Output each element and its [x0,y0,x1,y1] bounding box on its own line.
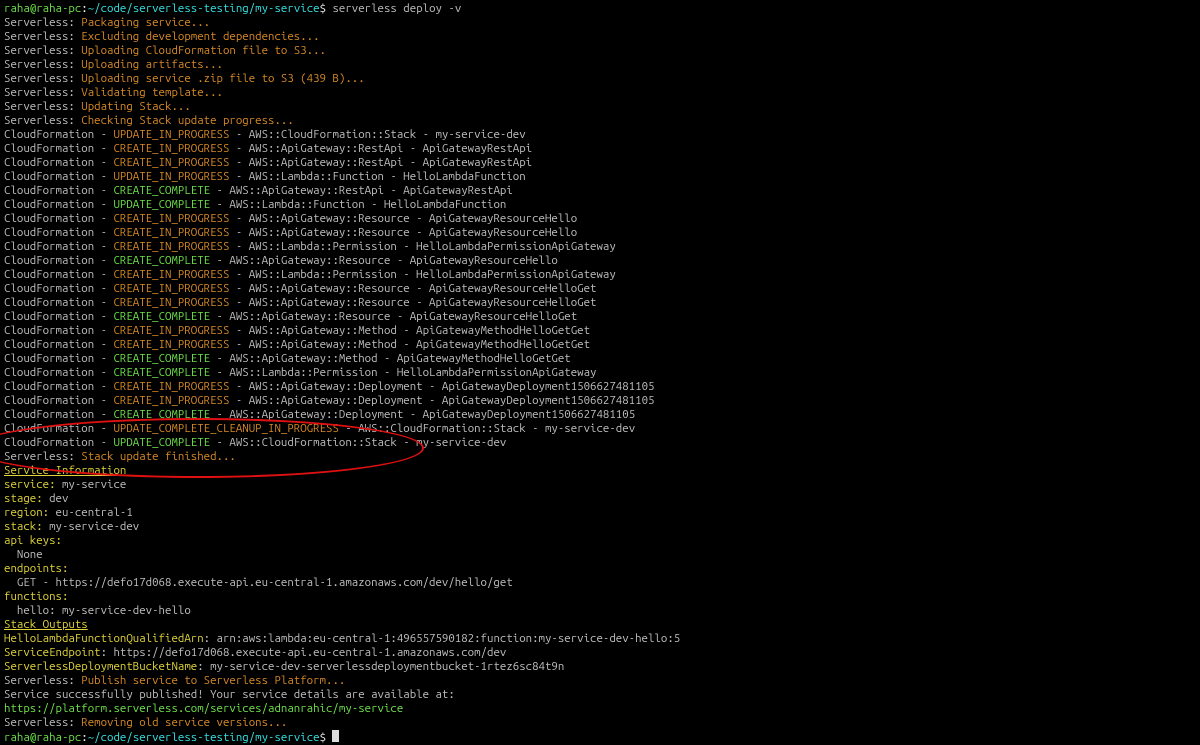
cf-event: CloudFormation - UPDATE_IN_PROGRESS - AW… [4,128,1196,142]
service-info-header: Service Information [4,464,1196,478]
terminal[interactable]: raha@raha-pc:~/code/serverless-testing/m… [4,2,1196,745]
cf-event: CloudFormation - CREATE_IN_PROGRESS - AW… [4,142,1196,156]
cf-event: CloudFormation - CREATE_IN_PROGRESS - AW… [4,324,1196,338]
prompt-line: raha@raha-pc:~/code/serverless-testing/m… [4,730,1196,745]
stack-out-2: ServiceEndpoint: https://defo17d068.exec… [4,646,1196,660]
info-stack: stack: my-service-dev [4,520,1196,534]
info-stage: stage: dev [4,492,1196,506]
cf-event: CloudFormation - CREATE_IN_PROGRESS - AW… [4,338,1196,352]
info-functions-key: functions: [4,590,1196,604]
cf-event: CloudFormation - CREATE_COMPLETE - AWS::… [4,254,1196,268]
cf-event: CloudFormation - CREATE_IN_PROGRESS - AW… [4,282,1196,296]
cf-event: CloudFormation - CREATE_IN_PROGRESS - AW… [4,156,1196,170]
info-endpoint: GET - https://defo17d068.execute-api.eu-… [4,576,1196,590]
sls-step: Serverless: Packaging service... [4,16,1196,30]
sls-step: Serverless: Updating Stack... [4,100,1196,114]
cf-event: CloudFormation - CREATE_IN_PROGRESS - AW… [4,380,1196,394]
cf-event: CloudFormation - CREATE_COMPLETE - AWS::… [4,408,1196,422]
cf-event: CloudFormation - CREATE_IN_PROGRESS - AW… [4,212,1196,226]
tail-success: Service successfully published! Your ser… [4,688,1196,702]
tail-removing: Serverless: Removing old service version… [4,716,1196,730]
stack-outputs-header: Stack Outputs [4,618,1196,632]
cf-event: CloudFormation - UPDATE_COMPLETE - AWS::… [4,436,1196,450]
cf-event: CloudFormation - UPDATE_COMPLETE_CLEANUP… [4,422,1196,436]
cf-event: CloudFormation - CREATE_IN_PROGRESS - AW… [4,394,1196,408]
sls-step: Serverless: Checking Stack update progre… [4,114,1196,128]
stack-out-3: ServerlessDeploymentBucketName: my-servi… [4,660,1196,674]
info-apikeys-key: api keys: [4,534,1196,548]
tail-publish: Serverless: Publish service to Serverles… [4,674,1196,688]
cf-event: CloudFormation - CREATE_IN_PROGRESS - AW… [4,226,1196,240]
sls-step: Serverless: Uploading artifacts... [4,58,1196,72]
cf-event: CloudFormation - CREATE_COMPLETE - AWS::… [4,366,1196,380]
cf-event: CloudFormation - CREATE_COMPLETE - AWS::… [4,352,1196,366]
tail-url: https://platform.serverless.com/services… [4,702,1196,716]
cf-event: CloudFormation - UPDATE_COMPLETE - AWS::… [4,198,1196,212]
sls-step: Serverless: Uploading service .zip file … [4,72,1196,86]
info-service: service: my-service [4,478,1196,492]
info-region: region: eu-central-1 [4,506,1196,520]
sls-step: Serverless: Excluding development depend… [4,30,1196,44]
stack-out-1: HelloLambdaFunctionQualifiedArn: arn:aws… [4,632,1196,646]
cf-event: CloudFormation - CREATE_COMPLETE - AWS::… [4,310,1196,324]
cf-event: CloudFormation - CREATE_IN_PROGRESS - AW… [4,296,1196,310]
sls-finished: Serverless: Stack update finished... [4,450,1196,464]
info-endpoints-key: endpoints: [4,562,1196,576]
cf-event: CloudFormation - CREATE_COMPLETE - AWS::… [4,184,1196,198]
cursor [332,730,339,742]
prompt-line: raha@raha-pc:~/code/serverless-testing/m… [4,2,1196,16]
cf-event: CloudFormation - UPDATE_IN_PROGRESS - AW… [4,170,1196,184]
sls-step: Serverless: Uploading CloudFormation fil… [4,44,1196,58]
sls-step: Serverless: Validating template... [4,86,1196,100]
info-apikeys-val: None [4,548,1196,562]
cf-event: CloudFormation - CREATE_IN_PROGRESS - AW… [4,240,1196,254]
info-functions-val: hello: my-service-dev-hello [4,604,1196,618]
cf-event: CloudFormation - CREATE_IN_PROGRESS - AW… [4,268,1196,282]
